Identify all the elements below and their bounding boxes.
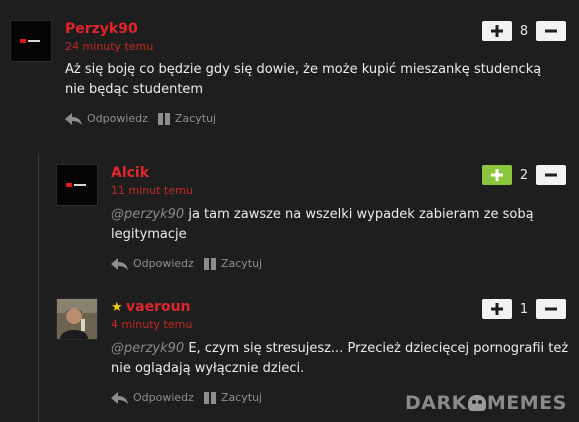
avatar[interactable] <box>56 298 98 340</box>
comment-body: Aż się boję co będzie gdy się dowie, że … <box>65 62 542 97</box>
downvote-button[interactable] <box>536 165 566 185</box>
plus-icon <box>491 25 503 37</box>
comment-text: @perzyk90 ja tam zawsze na wszelki wypad… <box>111 205 551 245</box>
username[interactable]: Alcik <box>111 165 149 181</box>
comment-actions: Odpowiedz Zacytuj <box>111 257 272 270</box>
reply-thread-line <box>38 155 39 422</box>
reply-button[interactable]: Odpowiedz <box>111 391 194 404</box>
darkmemes-watermark: DARK MEMES <box>405 392 567 414</box>
mention-link[interactable]: @perzyk90 <box>111 341 184 356</box>
vote-controls: 1 <box>482 299 566 319</box>
plus-icon <box>491 169 503 181</box>
comment-actions: Odpowiedz Zacytuj <box>111 391 272 404</box>
quote-button[interactable]: Zacytuj <box>203 391 263 404</box>
watermark-right: MEMES <box>486 392 567 414</box>
username[interactable]: Perzyk90 <box>65 21 138 37</box>
avatar[interactable] <box>56 164 98 206</box>
timestamp[interactable]: 4 minuty temu <box>111 318 192 331</box>
upvote-button[interactable] <box>482 299 512 319</box>
comment-text: Aż się boję co będzie gdy się dowie, że … <box>65 60 565 100</box>
upvote-button[interactable] <box>482 165 512 185</box>
quote-label: Zacytuj <box>220 391 263 404</box>
timestamp[interactable]: 24 minuty temu <box>65 40 153 53</box>
darkmemes-logo-icon <box>66 182 88 188</box>
quote-icon <box>203 257 216 270</box>
downvote-button[interactable] <box>536 299 566 319</box>
watermark-left: DARK <box>405 392 467 414</box>
minus-icon <box>545 173 557 177</box>
reply-label: Odpowiedz <box>87 112 148 125</box>
star-icon: ★ <box>111 300 123 315</box>
vote-count: 2 <box>519 167 529 183</box>
quote-label: Zacytuj <box>174 112 217 125</box>
mention-link[interactable]: @perzyk90 <box>111 207 184 222</box>
minus-icon <box>545 307 557 311</box>
avatar[interactable] <box>10 20 52 62</box>
reply-button[interactable]: Odpowiedz <box>111 257 194 270</box>
comment-actions: Odpowiedz Zacytuj <box>65 112 226 125</box>
username[interactable]: vaeroun <box>126 299 191 315</box>
reply-icon <box>111 391 128 404</box>
quote-icon <box>157 112 170 125</box>
upvote-button[interactable] <box>482 21 512 41</box>
quote-icon <box>203 391 216 404</box>
vote-count: 8 <box>519 23 529 39</box>
reply-icon <box>111 257 128 270</box>
user-photo-icon <box>57 299 97 339</box>
reply-icon <box>65 112 82 125</box>
downvote-button[interactable] <box>536 21 566 41</box>
quote-button[interactable]: Zacytuj <box>203 257 263 270</box>
quote-label: Zacytuj <box>220 257 263 270</box>
quote-button[interactable]: Zacytuj <box>157 112 217 125</box>
skull-icon <box>467 395 486 411</box>
vote-controls: 8 <box>482 21 566 41</box>
timestamp[interactable]: 11 minut temu <box>111 184 193 197</box>
vote-count: 1 <box>519 301 529 317</box>
minus-icon <box>545 29 557 33</box>
reply-label: Odpowiedz <box>133 257 194 270</box>
plus-icon <box>491 303 503 315</box>
reply-button[interactable]: Odpowiedz <box>65 112 148 125</box>
vote-controls: 2 <box>482 165 566 185</box>
comment-text: @perzyk90 E, czym się stresujesz... Prze… <box>111 339 575 379</box>
reply-label: Odpowiedz <box>133 391 194 404</box>
darkmemes-logo-icon <box>20 38 42 44</box>
